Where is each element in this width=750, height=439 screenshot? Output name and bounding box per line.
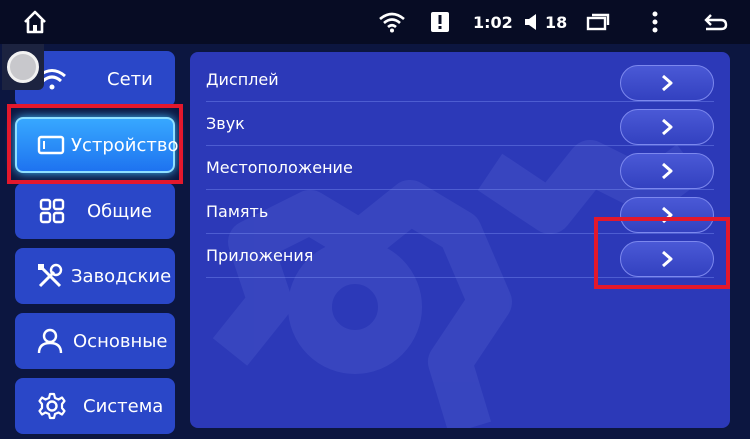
chevron-right-icon xyxy=(662,74,673,92)
location-open-button[interactable] xyxy=(620,153,714,189)
user-icon xyxy=(35,326,65,356)
alert-icon xyxy=(431,0,449,44)
sidebar-item-label: Система xyxy=(83,395,164,417)
assistive-touch-button[interactable] xyxy=(2,44,44,90)
sidebar-item-factory[interactable]: Заводские xyxy=(15,248,175,304)
home-icon[interactable] xyxy=(22,0,48,44)
list-item-display[interactable]: Дисплей xyxy=(190,58,730,102)
chevron-right-icon xyxy=(662,118,673,136)
wifi-icon xyxy=(378,0,406,44)
sound-open-button[interactable] xyxy=(620,109,714,145)
sidebar-item-system[interactable]: Система xyxy=(15,378,175,434)
chevron-right-icon xyxy=(662,162,673,180)
sidebar-item-label: Сети xyxy=(107,68,153,90)
display-open-button[interactable] xyxy=(620,65,714,101)
sidebar-item-label: Основные xyxy=(73,330,168,352)
row-label: Дисплей xyxy=(206,70,279,89)
volume-level: 18 xyxy=(545,12,568,32)
list-item-sound[interactable]: Звук xyxy=(190,102,730,146)
gear-icon xyxy=(37,391,67,421)
sidebar-item-label: Заводские xyxy=(71,265,172,287)
row-label: Приложения xyxy=(206,246,314,265)
back-icon[interactable] xyxy=(703,0,729,44)
sidebar-item-label: Общие xyxy=(87,200,152,222)
list-item-location[interactable]: Местоположение xyxy=(190,146,730,190)
circle-icon xyxy=(7,51,39,83)
status-bar: 1:02 18 xyxy=(0,0,750,44)
clock: 1:02 xyxy=(473,12,513,32)
row-label: Память xyxy=(206,202,269,221)
tools-icon xyxy=(35,261,65,291)
sidebar-item-general[interactable]: Общие xyxy=(15,183,175,239)
recent-apps-icon[interactable] xyxy=(586,0,610,44)
highlight-box-device xyxy=(7,104,183,184)
row-label: Звук xyxy=(206,114,245,133)
sidebar-item-main[interactable]: Основные xyxy=(15,313,175,369)
grid-icon xyxy=(37,196,67,226)
row-label: Местоположение xyxy=(206,158,353,177)
more-icon[interactable] xyxy=(651,0,659,44)
volume-icon xyxy=(524,0,538,44)
highlight-box-applications xyxy=(594,217,730,289)
